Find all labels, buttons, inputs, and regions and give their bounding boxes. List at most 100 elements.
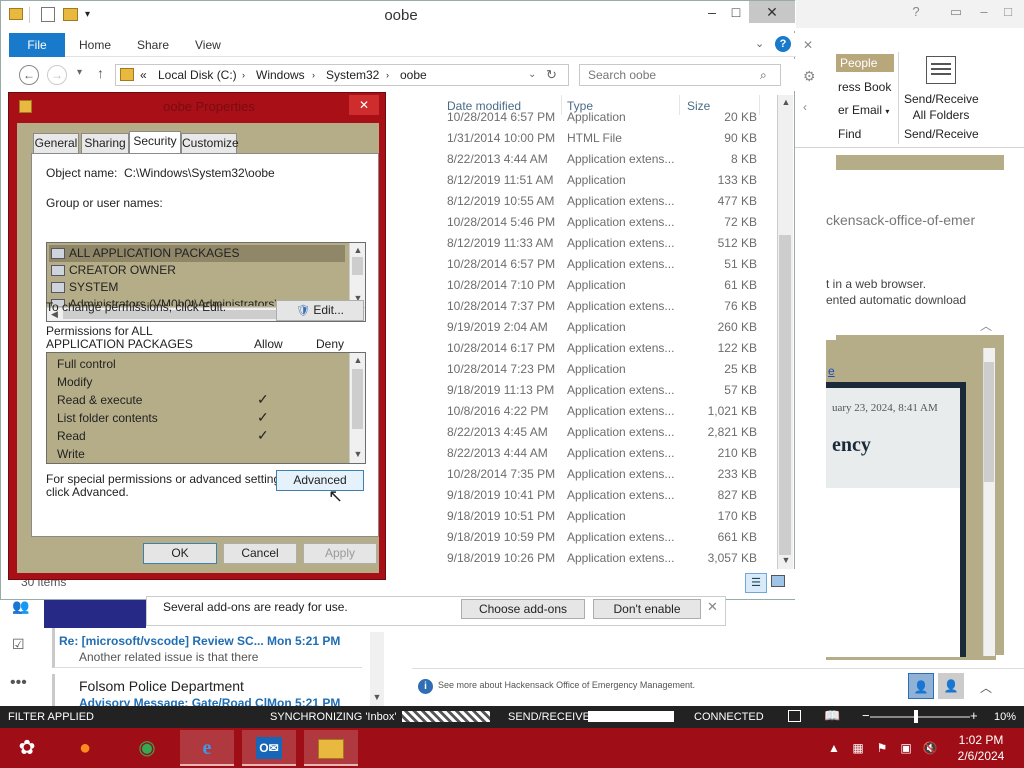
forward-button[interactable]: →: [47, 65, 67, 85]
up-button[interactable]: ↑: [97, 65, 104, 81]
choose-addons-button[interactable]: Choose add-ons: [461, 599, 585, 619]
chevron-right-icon[interactable]: ›: [386, 65, 389, 85]
all-folders-label[interactable]: All Folders: [904, 108, 978, 122]
path-overflow[interactable]: «: [140, 65, 147, 85]
message-link[interactable]: e: [828, 364, 835, 378]
table-row[interactable]: 10/28/2014 6:57 PM Application 20 KB: [447, 107, 757, 128]
scroll-up-icon[interactable]: ▲: [778, 97, 794, 107]
address-book-button[interactable]: ress Book: [838, 80, 891, 94]
outlook-taskbar-button[interactable]: O✉: [242, 730, 296, 766]
table-row[interactable]: 9/18/2019 10:59 PM Application extens... 6…: [447, 527, 757, 548]
table-row[interactable]: 8/22/2013 4:44 AM Application extens... 21…: [447, 443, 757, 464]
firefox-icon[interactable]: ●: [58, 730, 112, 766]
mail-item[interactable]: Re: [microsoft/vscode] Review SC... Mon …: [52, 628, 362, 668]
person-alt-icon[interactable]: 👤: [938, 673, 964, 699]
chevron-right-icon[interactable]: ›: [242, 65, 245, 85]
settings-gear-icon[interactable]: ⚙: [803, 68, 816, 85]
refresh-icon[interactable]: ↻: [546, 65, 557, 85]
recent-locations-icon[interactable]: ▾: [77, 67, 82, 78]
table-row[interactable]: 10/28/2014 7:10 PM Application 61 KB: [447, 275, 757, 296]
chrome-icon[interactable]: ◉: [120, 730, 174, 766]
help-icon[interactable]: ?: [905, 4, 927, 20]
scroll-up-icon[interactable]: ▲: [350, 355, 366, 365]
maximize-icon[interactable]: □: [997, 4, 1019, 20]
minimize-icon[interactable]: –: [973, 4, 995, 20]
collapse-icon[interactable]: ︿: [980, 317, 992, 334]
scroll-down-icon[interactable]: ▼: [370, 692, 384, 702]
internet-explorer-icon[interactable]: e: [180, 730, 234, 766]
table-row[interactable]: 10/28/2014 7:37 PM Application extens... 7…: [447, 296, 757, 317]
zoom-slider-track[interactable]: [870, 716, 970, 718]
search-icon[interactable]: ⌕: [760, 65, 767, 85]
table-row[interactable]: 8/22/2013 4:44 AM Application extens... 8 …: [447, 149, 757, 170]
customize-qat-icon[interactable]: ▾: [85, 9, 90, 20]
cancel-button[interactable]: Cancel: [223, 543, 297, 564]
send-receive-button[interactable]: Send/Receive: [904, 92, 979, 106]
person-icon[interactable]: 👤: [908, 673, 934, 699]
mail-list-scrollbar[interactable]: ▼: [370, 632, 384, 706]
table-row[interactable]: 8/12/2019 11:51 AM Application 133 KB: [447, 170, 757, 191]
tab-customize[interactable]: Customize: [181, 133, 239, 153]
restore-icon[interactable]: ▭: [945, 4, 967, 20]
volume-muted-icon[interactable]: 🔇: [922, 740, 938, 756]
table-row[interactable]: 10/28/2014 7:23 PM Application 25 KB: [447, 359, 757, 380]
table-row[interactable]: 10/28/2014 7:35 PM Application extens... 2…: [447, 464, 757, 485]
ribbon-back-icon[interactable]: ‹: [803, 100, 807, 114]
scroll-down-icon[interactable]: ▼: [778, 555, 794, 565]
normal-view-icon[interactable]: [788, 710, 801, 722]
large-icons-view-icon[interactable]: [771, 575, 785, 587]
table-row[interactable]: 9/19/2019 2:04 AM Application 260 KB: [447, 317, 757, 338]
advanced-button[interactable]: Advanced: [276, 470, 364, 491]
filter-email-button[interactable]: er Email ▾: [838, 103, 889, 117]
show-hidden-icons-icon[interactable]: ▲: [826, 740, 842, 756]
taskbar-clock[interactable]: 1:02 PM 2/6/2024: [948, 732, 1014, 764]
ribbon-close-icon[interactable]: ✕: [803, 38, 813, 52]
close-notification-icon[interactable]: ✕: [707, 599, 718, 615]
table-row[interactable]: 9/18/2019 10:26 PM Application extens... 3…: [447, 548, 757, 569]
search-input[interactable]: Search oobe ⌕: [579, 64, 781, 86]
table-row[interactable]: 9/18/2019 11:13 PM Application extens... 5…: [447, 380, 757, 401]
network-icon[interactable]: ▦: [850, 740, 866, 756]
table-row[interactable]: 9/18/2019 10:51 PM Application 170 KB: [447, 506, 757, 527]
tab-security[interactable]: Security: [129, 131, 181, 154]
help-icon[interactable]: ?: [775, 36, 791, 52]
expand-icon[interactable]: ︿: [980, 679, 992, 696]
close-button[interactable]: ✕: [749, 1, 795, 23]
table-row[interactable]: 10/28/2014 6:57 PM Application extens... 5…: [447, 254, 757, 275]
apply-button[interactable]: Apply: [303, 543, 377, 564]
dialog-close-button[interactable]: ✕: [349, 95, 379, 115]
users-scroll-thumb[interactable]: [352, 257, 363, 275]
address-dropdown-icon[interactable]: ⌄: [528, 65, 536, 85]
display-icon[interactable]: ▣: [898, 740, 914, 756]
table-row[interactable]: 10/8/2016 4:22 PM Application extens... 1,…: [447, 401, 757, 422]
ok-button[interactable]: OK: [143, 543, 217, 564]
reading-scrollbar-thumb[interactable]: [984, 362, 994, 482]
tasks-nav-icon[interactable]: ☑: [12, 636, 25, 653]
tab-home[interactable]: Home: [79, 38, 111, 52]
tab-share[interactable]: Share: [137, 38, 169, 52]
people-button[interactable]: People: [836, 54, 894, 72]
zoom-out-icon[interactable]: −: [862, 708, 870, 723]
zoom-in-icon[interactable]: +: [970, 708, 978, 723]
table-row[interactable]: 10/28/2014 5:46 PM Application extens... 7…: [447, 212, 757, 233]
table-row[interactable]: 8/12/2019 10:55 AM Application extens... 4…: [447, 191, 757, 212]
reading-view-icon[interactable]: 📖: [824, 708, 840, 724]
permissions-scrollbar[interactable]: ▲ ▼: [349, 353, 365, 463]
chevron-right-icon[interactable]: ›: [312, 65, 315, 85]
path-oobe[interactable]: oobe: [400, 65, 427, 85]
action-center-flag-icon[interactable]: ⚑: [874, 740, 890, 756]
explorer-taskbar-button[interactable]: [304, 730, 358, 766]
expand-ribbon-icon[interactable]: ⌄: [755, 37, 764, 50]
user-list-item[interactable]: ALL APPLICATION PACKAGES: [49, 245, 345, 262]
tab-general[interactable]: General: [33, 133, 79, 153]
mail-item[interactable]: Folsom Police Department Advisory Messag…: [52, 674, 362, 706]
people-nav-icon[interactable]: 👥: [12, 598, 29, 615]
properties-quick-icon[interactable]: [41, 7, 55, 22]
back-button[interactable]: ←: [19, 65, 39, 85]
tab-sharing[interactable]: Sharing: [81, 133, 129, 153]
details-view-icon[interactable]: ☰: [745, 573, 767, 593]
path-system32[interactable]: System32: [326, 65, 379, 85]
send-receive-icon[interactable]: [926, 56, 956, 84]
scroll-up-icon[interactable]: ▲: [350, 245, 366, 255]
user-list-item[interactable]: CREATOR OWNER: [49, 262, 345, 279]
